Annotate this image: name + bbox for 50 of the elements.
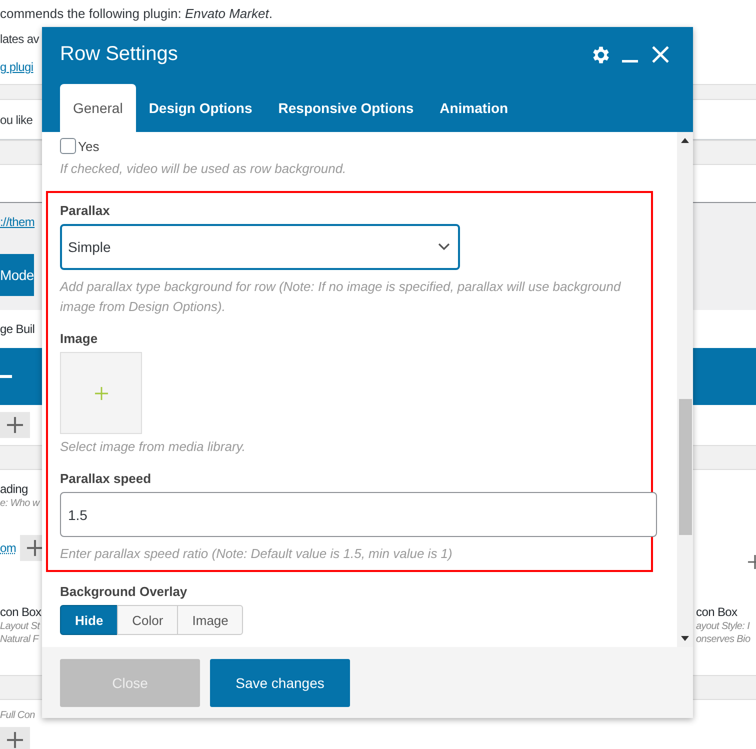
overlay-option[interactable]: Image bbox=[177, 605, 244, 635]
element-description: e: Who w bbox=[0, 498, 40, 508]
element-description: Layout St bbox=[0, 621, 42, 632]
link[interactable]: ://them bbox=[0, 214, 35, 228]
overlay-option[interactable]: Color bbox=[117, 605, 178, 635]
scroll-up-icon[interactable] bbox=[681, 138, 689, 143]
element-description: Full Con bbox=[0, 710, 35, 720]
minimize-icon[interactable] bbox=[622, 58, 638, 62]
save-button[interactable]: Save changes bbox=[210, 658, 350, 706]
help-text: If checked, video will be used as row background. bbox=[60, 160, 346, 178]
field-label: Background Overlay bbox=[60, 584, 188, 599]
section-heading: ge Buil bbox=[0, 322, 35, 336]
mode-button[interactable]: Mode bbox=[0, 254, 34, 296]
add-button[interactable] bbox=[0, 412, 30, 438]
tab[interactable]: General bbox=[60, 84, 136, 132]
field-label: Parallax bbox=[60, 203, 110, 218]
link[interactable]: g plugi bbox=[0, 60, 34, 74]
notice-text: ou like bbox=[0, 112, 33, 126]
link[interactable]: om bbox=[0, 540, 16, 554]
plus-icon bbox=[6, 416, 24, 434]
tab[interactable]: Design Options bbox=[136, 84, 266, 132]
plugin-notice: commends the following plugin: Envato Market. bbox=[0, 5, 274, 23]
notice-text: lates av bbox=[0, 32, 39, 46]
scrollbar-thumb[interactable] bbox=[678, 399, 692, 535]
checkbox-label: Yes bbox=[78, 138, 100, 154]
add-button[interactable] bbox=[0, 726, 30, 749]
checkbox[interactable] bbox=[60, 138, 76, 154]
field-label: Image bbox=[60, 331, 98, 346]
field-label: Parallax speed bbox=[60, 471, 152, 486]
element-description: onserves Bio bbox=[696, 634, 750, 645]
plus-icon bbox=[94, 386, 108, 400]
close-icon[interactable] bbox=[652, 46, 669, 63]
element-title: ading bbox=[0, 482, 29, 496]
parallax-select[interactable]: Simple bbox=[60, 224, 460, 270]
dialog-title: Row Settings bbox=[60, 43, 178, 66]
element-title: con Box bbox=[696, 605, 738, 619]
tab[interactable]: Responsive Options bbox=[265, 84, 427, 132]
scroll-down-icon[interactable] bbox=[681, 636, 689, 641]
help-text: Add parallax type background for row (Note: If no image is specified, parallax will use background image from Design Options). bbox=[60, 278, 622, 316]
plus-icon bbox=[26, 538, 44, 556]
overlay-option[interactable]: Hide bbox=[60, 605, 118, 635]
element-description: ayout Style: I bbox=[696, 621, 750, 632]
help-text: Enter parallax speed ratio (Note: Default value is 1.5, min value is 1) bbox=[60, 545, 452, 563]
chevron-down-icon bbox=[438, 243, 450, 251]
tab[interactable]: Animation bbox=[426, 84, 522, 132]
parallax-speed-input[interactable]: 1.5 bbox=[60, 492, 657, 537]
plus-icon bbox=[6, 730, 24, 748]
element-title: con Box bbox=[0, 605, 42, 619]
help-text: Select image from media library. bbox=[60, 438, 246, 456]
element-description: Natural F bbox=[0, 634, 40, 645]
